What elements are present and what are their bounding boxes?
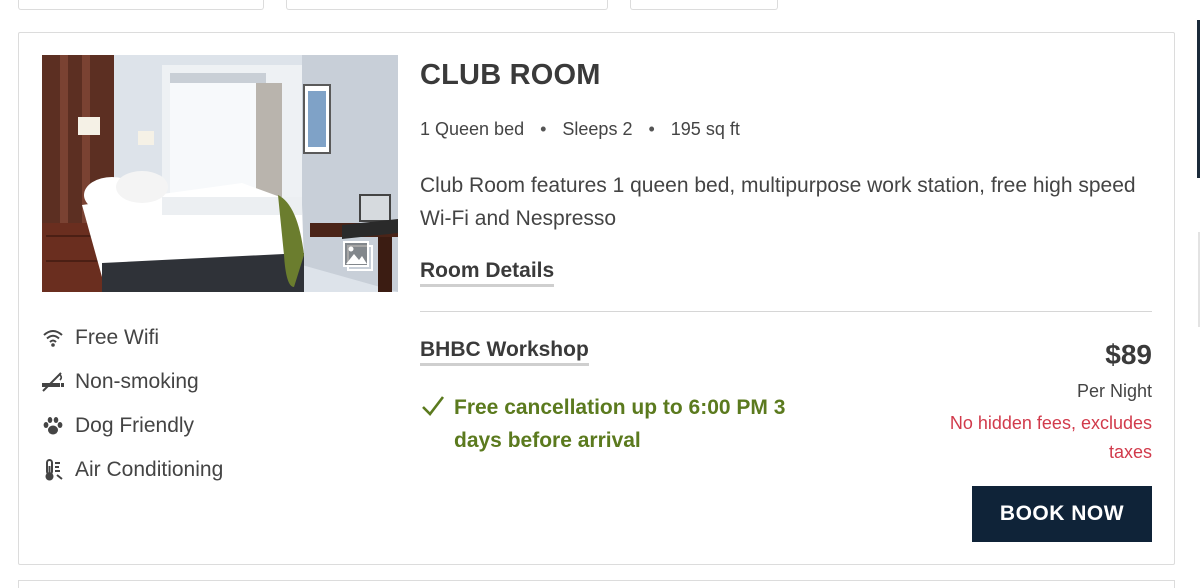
amenities-list: Free Wifi Non-smoking Dog Friendly Air C… [41, 316, 223, 492]
rate-name-link[interactable]: BHBC Workshop [420, 338, 589, 366]
check-icon [420, 393, 446, 419]
amenity-item: Free Wifi [41, 316, 223, 360]
size-spec: 195 sq ft [670, 119, 740, 139]
cancellation-policy: Free cancellation up to 6:00 PM 3 days b… [420, 391, 834, 457]
fees-note: No hidden fees, excludes taxes [949, 413, 1152, 462]
room-description: Club Room features 1 queen bed, multipur… [420, 174, 1136, 230]
wifi-icon [41, 326, 65, 350]
amenity-label: Free Wifi [75, 326, 159, 349]
per-night-label: Per Night [1076, 381, 1152, 401]
sleeps-spec: Sleeps 2 [562, 119, 633, 139]
next-card-edge [18, 580, 1175, 588]
room-specs: 1 Queen bed • Sleeps 2 • 195 sq ft [420, 119, 740, 140]
paw-icon [41, 414, 65, 438]
top-tab-2[interactable] [286, 0, 608, 10]
top-tab-1[interactable] [18, 0, 264, 10]
amenity-label: Air Conditioning [75, 458, 224, 481]
divider [420, 311, 1152, 312]
price: $89 [1105, 339, 1152, 370]
room-details-link[interactable]: Room Details [420, 259, 555, 287]
amenity-label: Non-smoking [75, 370, 199, 393]
spec-separator: • [648, 119, 655, 139]
bed-spec: 1 Queen bed [420, 119, 525, 139]
room-photo[interactable] [42, 55, 398, 292]
amenity-item: Air Conditioning [41, 448, 223, 492]
top-tab-3[interactable] [630, 0, 778, 10]
amenity-label: Dog Friendly [75, 414, 195, 437]
no-smoking-icon [41, 370, 65, 394]
amenity-item: Non-smoking [41, 360, 223, 404]
room-card: Free Wifi Non-smoking Dog Friendly Air C… [18, 32, 1175, 565]
amenity-item: Dog Friendly [41, 404, 223, 448]
book-now-button[interactable]: BOOK NOW [972, 486, 1152, 542]
gallery-icon[interactable] [342, 240, 376, 274]
thermometer-icon [41, 458, 65, 482]
cancellation-text: Free cancellation up to 6:00 PM 3 days b… [454, 396, 786, 452]
spec-separator: • [540, 119, 547, 139]
room-title: CLUB ROOM [420, 59, 601, 91]
